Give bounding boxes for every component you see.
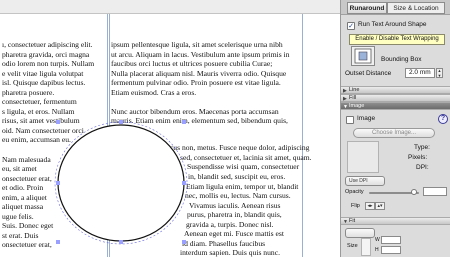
- selection-handle[interactable]: [56, 240, 60, 244]
- disclosure-triangle-icon: ▼: [343, 104, 348, 110]
- tab-size-location[interactable]: Size & Location: [387, 2, 445, 14]
- outset-distance-field[interactable]: 2.0 mm: [405, 68, 435, 78]
- selection-handle[interactable]: [182, 240, 186, 244]
- pixels-label: Pixels:: [408, 154, 428, 161]
- selection-handle[interactable]: [56, 120, 60, 124]
- height-field[interactable]: [381, 246, 401, 254]
- size-lock-icon[interactable]: [361, 238, 371, 256]
- outset-stepper[interactable]: ▲ ▼: [436, 68, 443, 78]
- selection-handle[interactable]: [119, 240, 123, 244]
- opacity-label: Opacity: [345, 189, 364, 195]
- section-line-label: Line: [349, 87, 360, 93]
- wrap-shape-icon: [354, 48, 372, 64]
- selection-handle[interactable]: [119, 120, 123, 124]
- inspector-tab-bar: Runaround Size & Location: [341, 0, 450, 15]
- flip-vertical-button[interactable]: ▴▾: [375, 202, 385, 210]
- choose-image-button[interactable]: Choose Image...: [353, 128, 435, 138]
- type-label: Type:: [414, 144, 430, 151]
- section-image-label: Image: [349, 103, 365, 109]
- circle-shape-selection[interactable]: [0, 0, 340, 257]
- section-image[interactable]: ▼ Image: [341, 102, 450, 110]
- use-dpi-select[interactable]: Use DPI: [345, 176, 385, 186]
- selection-handle[interactable]: [56, 181, 60, 185]
- outset-distance-label: Outset Distance: [345, 70, 392, 77]
- image-preview-well: [347, 141, 379, 173]
- image-label: Image: [357, 115, 376, 122]
- opacity-field[interactable]: [423, 187, 447, 196]
- section-fit[interactable]: ▼ Fit: [341, 217, 450, 225]
- tooltip: Enable / Disable Text Wrapping: [349, 34, 445, 45]
- width-label: W: [375, 237, 380, 243]
- disclosure-triangle-icon: ▼: [343, 219, 348, 225]
- fit-select[interactable]: [345, 228, 375, 238]
- circle-shape[interactable]: [57, 124, 185, 242]
- tab-runaround[interactable]: Runaround: [347, 2, 387, 14]
- document-canvas[interactable]: ı, consectetuer adipiscing elit. pharetra…: [0, 0, 340, 257]
- width-field[interactable]: [381, 236, 401, 244]
- flip-label: Flip: [351, 203, 360, 209]
- dpi-label: DPI:: [416, 164, 429, 171]
- bounding-box-label: Bounding Box: [381, 56, 422, 63]
- opacity-slider-knob[interactable]: [411, 189, 417, 195]
- section-fill-label: Fill: [349, 95, 357, 101]
- run-text-label: Run Text Around Shape: [358, 21, 427, 28]
- selection-handle[interactable]: [182, 181, 186, 185]
- bounding-box-wrap-icon[interactable]: [351, 46, 375, 66]
- size-label: Size: [347, 243, 358, 249]
- section-fill[interactable]: ▶ Fill: [341, 94, 450, 102]
- help-icon[interactable]: ?: [438, 114, 448, 124]
- section-fit-label: Fit: [349, 218, 356, 224]
- flip-horizontal-button[interactable]: ◂▸: [365, 202, 375, 210]
- section-line[interactable]: ▶ Line: [341, 86, 450, 94]
- image-checkbox[interactable]: [346, 116, 354, 124]
- selection-handle[interactable]: [182, 120, 186, 124]
- height-label: H: [375, 247, 379, 253]
- run-text-checkbox[interactable]: ✓: [347, 22, 355, 30]
